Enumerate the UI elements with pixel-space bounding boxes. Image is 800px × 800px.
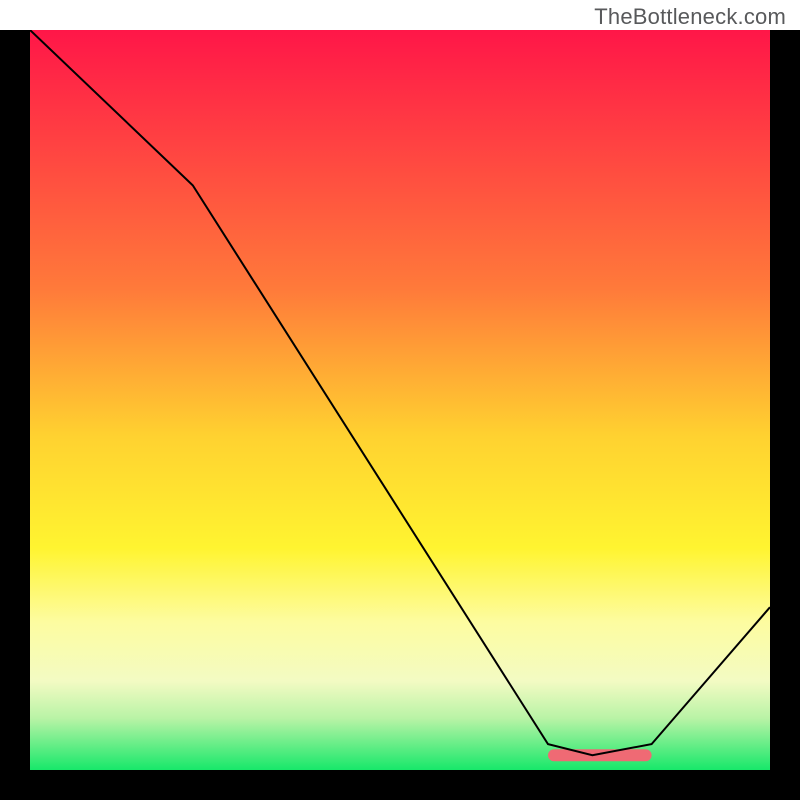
plot-frame [30,30,770,770]
frame-left [0,0,30,800]
plot-svg [30,30,770,770]
watermark-text: TheBottleneck.com [594,4,786,30]
frame-bot [0,770,800,800]
plot-gradient-background [30,30,770,770]
chart-container [0,0,800,800]
optimal-zone-marker [548,749,652,761]
frame-right [770,0,800,800]
